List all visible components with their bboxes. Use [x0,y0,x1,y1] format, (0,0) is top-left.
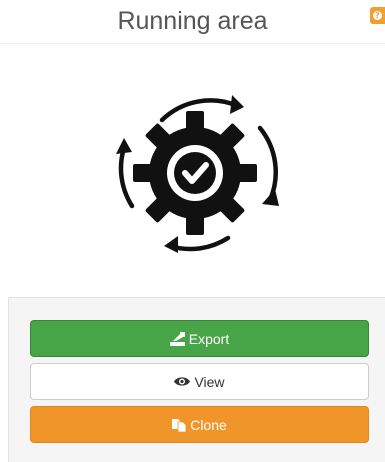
help-button[interactable]: ? [370,7,385,24]
gear-checkmark-refresh-icon [116,95,279,253]
header: Running area ? [0,0,385,44]
view-label: View [194,373,225,390]
export-icon [169,331,185,346]
export-label: Export [188,330,230,347]
clone-label: Clone [190,416,227,433]
view-button[interactable]: View [30,363,369,400]
eye-icon [174,377,191,386]
question-mark-icon: ? [373,11,382,20]
copy-icon [172,418,187,432]
export-button[interactable]: Export [30,320,369,357]
page-title: Running area [117,7,268,35]
clone-button[interactable]: Clone [30,406,369,443]
